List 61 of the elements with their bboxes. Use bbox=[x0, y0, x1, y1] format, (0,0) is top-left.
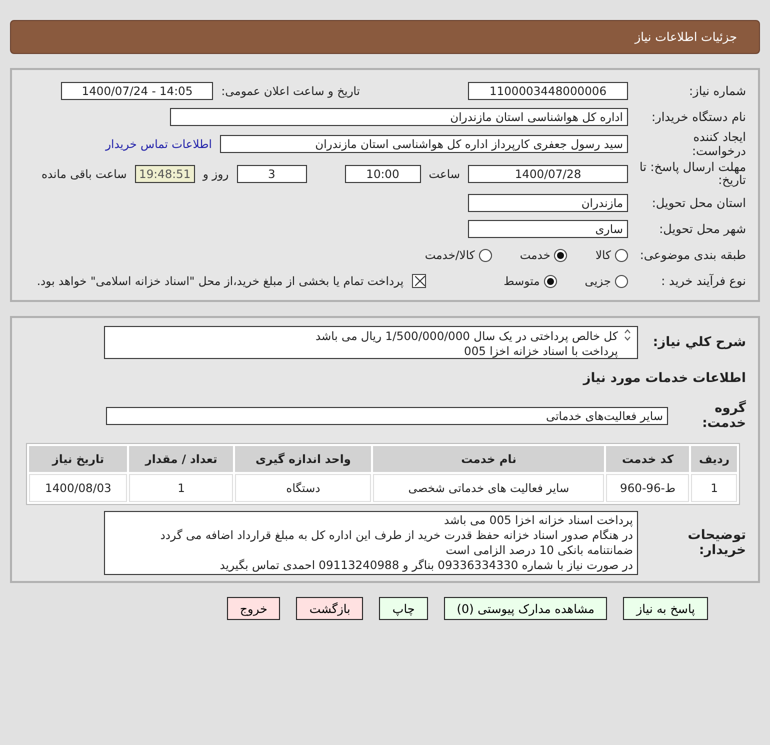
announce-date-field: 1400/07/24 - 14:05 bbox=[61, 82, 214, 100]
buyer-contact-link[interactable]: اطلاعات تماس خریدار bbox=[105, 137, 212, 151]
field-label: استان محل تحویل: bbox=[650, 196, 747, 210]
column-header: تاریخ نیاز bbox=[29, 446, 128, 472]
field-label: روز و bbox=[202, 167, 229, 181]
field-label: تاریخ و ساعت اعلان عمومی: bbox=[221, 84, 360, 98]
field-label: گروه خدمت: bbox=[701, 401, 747, 431]
field-label: نام دستگاه خریدار: bbox=[650, 110, 747, 124]
radio-label: جزیی bbox=[584, 274, 611, 288]
column-header: ردیف bbox=[691, 446, 737, 472]
action-button[interactable]: خروج bbox=[226, 597, 280, 620]
action-button[interactable]: بازگشت bbox=[296, 597, 364, 620]
column-header: تعداد / مقدار bbox=[129, 446, 234, 472]
days-field: 3 bbox=[236, 165, 307, 183]
deadline-date-field: 1400/07/28 bbox=[468, 165, 628, 183]
summary-textarea[interactable]: کل خالص پرداختی در یک سال 1/500/000/000 ریال می باشد پرداخت با اسناد خزانه اخزا 005 bbox=[104, 326, 638, 359]
column-header: نام خدمت bbox=[373, 446, 604, 472]
radio-label: کالا/خدمت bbox=[424, 248, 475, 262]
action-button[interactable]: پاسخ به نیاز bbox=[623, 597, 708, 620]
section-title: اطلاعات خدمات مورد نیاز bbox=[583, 370, 747, 386]
action-button[interactable]: چاپ bbox=[379, 597, 428, 620]
radio-button[interactable] bbox=[478, 248, 492, 262]
scroll-arrows-icon[interactable] bbox=[624, 329, 631, 341]
table-cell: 1 bbox=[691, 474, 737, 502]
deadline-time-field: 10:00 bbox=[344, 165, 421, 183]
radio-button[interactable] bbox=[554, 248, 568, 262]
column-header: واحد اندازه گیری bbox=[235, 446, 372, 472]
radio-button[interactable] bbox=[544, 274, 557, 288]
city-field: ساری bbox=[468, 220, 628, 238]
table-cell: دستگاه bbox=[235, 474, 372, 502]
table-cell: 1 bbox=[129, 474, 234, 502]
field-label: طبقه بندی موضوعی: bbox=[638, 248, 747, 262]
need-number-field: 1100003448000006 bbox=[468, 82, 628, 100]
radio-button[interactable] bbox=[615, 274, 628, 288]
field-label: ساعت bbox=[428, 167, 460, 181]
page-header: جزئیات اطلاعات نیاز bbox=[10, 20, 760, 54]
action-button[interactable]: مشاهده مدارک پیوستی (0) bbox=[444, 597, 608, 620]
table-cell: سایر فعالیت های خدماتی شخصی bbox=[373, 474, 604, 502]
radio-label: کالا bbox=[595, 248, 611, 262]
remaining-time-field: 19:48:51 bbox=[134, 165, 195, 183]
service-group-field: سایر فعالیت‌های خدماتی bbox=[106, 407, 668, 425]
radio-label: متوسط bbox=[504, 274, 540, 288]
buyer-org-field: اداره کل هواشناسی استان مازندران bbox=[170, 108, 628, 126]
radio-button[interactable] bbox=[615, 248, 628, 262]
field-label: نوع فرآیند خرید : bbox=[660, 274, 747, 288]
field-label: شماره نیاز: bbox=[688, 84, 747, 98]
column-header: کد خدمت bbox=[606, 446, 690, 472]
field-label: مهلت ارسال پاسخ: تا تاریخ: bbox=[638, 161, 747, 187]
field-label: توضیحات خریدار: bbox=[686, 528, 747, 558]
field-label: ساعت باقی مانده bbox=[42, 167, 127, 181]
field-label: ایجاد کننده درخواست: bbox=[691, 130, 747, 158]
requester-field: سید رسول جعفری کارپرداز اداره کل هواشناسی استان مازندران bbox=[220, 135, 628, 153]
field-label: شرح کلي نياز: bbox=[652, 335, 747, 350]
table-cell: ط-96-960 bbox=[606, 474, 690, 502]
buyer-notes-box: پرداخت اسناد خزانه اخزا 005 می باشد در هنگام صدور اسناد خزانه حفظ قدرت خرید از طرف این اداره کل به مبلغ قرارداد اضافه می گردد ضمانتنامه بانکی 10 درصد الزامی است در صورت نیاز با شماره 09336334330 بناگر و 09113240988 احمدی تماس بگیرید bbox=[104, 511, 638, 575]
payment-checkbox[interactable] bbox=[412, 274, 426, 288]
field-label: شهر محل تحویل: bbox=[658, 222, 747, 236]
radio-label: خدمت bbox=[520, 248, 550, 262]
table-cell: 1400/08/03 bbox=[29, 474, 128, 502]
province-field: مازندران bbox=[468, 194, 628, 212]
payment-option-label: پرداخت تمام یا بخشی از مبلغ خرید،از محل "اسناد خزانه اسلامی" خواهد بود. bbox=[36, 274, 404, 288]
